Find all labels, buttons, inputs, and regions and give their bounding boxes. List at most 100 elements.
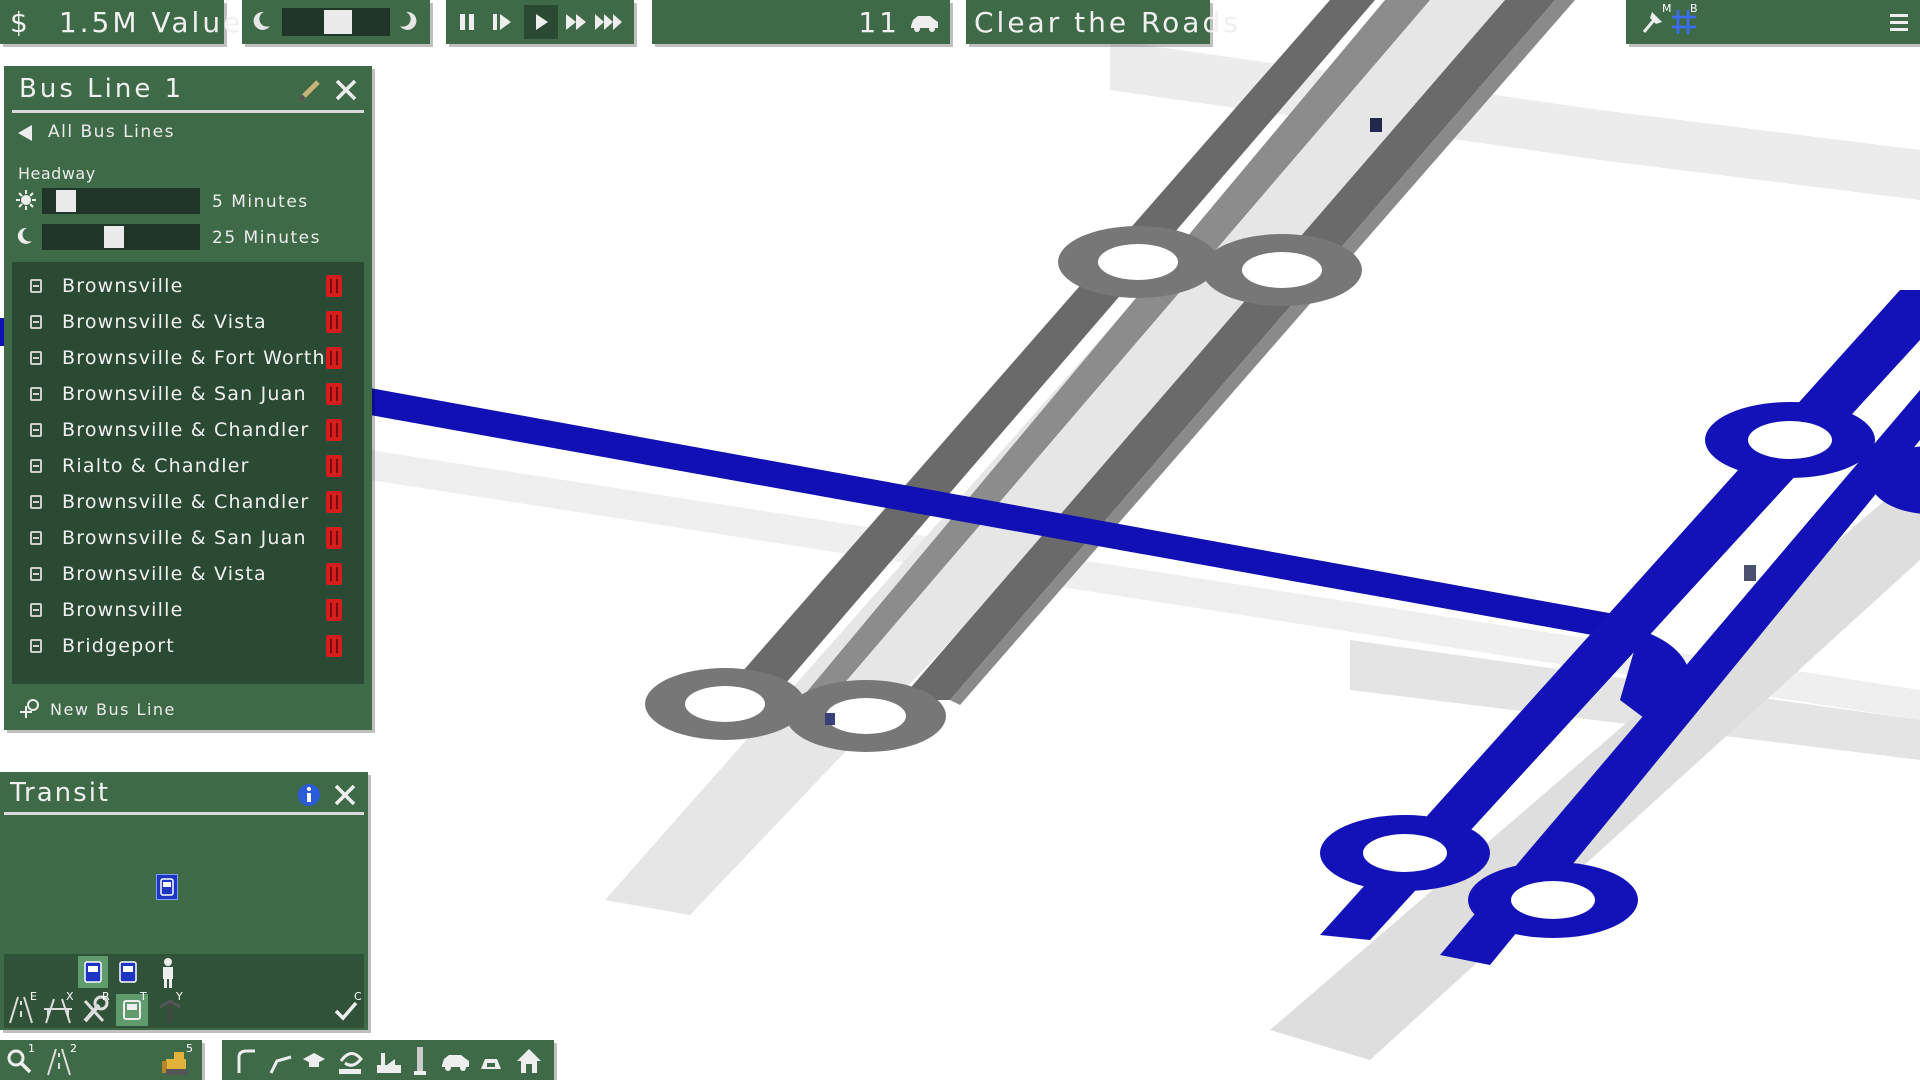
parking-icon[interactable] xyxy=(476,1046,506,1076)
stop-row[interactable]: Rialto & Chandler xyxy=(12,448,364,484)
bus-stop-tool-icon[interactable] xyxy=(78,956,108,988)
night-headway-slider[interactable] xyxy=(42,224,200,250)
stop-row[interactable]: Bridgeport xyxy=(12,628,364,664)
trash-icon[interactable] xyxy=(326,563,342,585)
tower-icon[interactable] xyxy=(408,1044,432,1078)
key-t: T xyxy=(140,990,147,1003)
all-bus-lines-label: All Bus Lines xyxy=(48,122,175,142)
pause-icon[interactable] xyxy=(456,10,480,34)
stop-name: Brownsville & Vista xyxy=(62,563,267,585)
all-bus-lines-link[interactable]: All Bus Lines xyxy=(12,118,362,148)
time-of-day-control[interactable] xyxy=(242,0,430,44)
key-5: 5 xyxy=(186,1042,193,1055)
money-symbol: $ xyxy=(10,5,31,39)
pen-icon[interactable] xyxy=(296,76,324,104)
bus-tool-icon[interactable] xyxy=(116,956,140,988)
trash-icon[interactable] xyxy=(326,635,342,657)
trash-icon[interactable] xyxy=(326,311,342,333)
stop-row[interactable]: Brownsville & Chandler xyxy=(12,412,364,448)
bus-stop-icon xyxy=(30,459,42,473)
trash-icon[interactable] xyxy=(326,383,342,405)
car-icon[interactable] xyxy=(438,1046,472,1076)
stop-row[interactable]: Brownsville & San Juan xyxy=(12,376,364,412)
trash-icon[interactable] xyxy=(326,491,342,513)
day-headway-slider[interactable] xyxy=(42,188,200,214)
moon-icon xyxy=(16,226,34,246)
stop-row[interactable]: Brownsville & Vista xyxy=(12,304,364,340)
stop-name: Brownsville & Fort Worth xyxy=(62,347,326,369)
transit-toolbar: E X R T Y C xyxy=(4,954,364,1028)
value-display[interactable]: $ 1.5M Value xyxy=(0,0,240,44)
person-icon[interactable] xyxy=(156,956,180,990)
stop-row[interactable]: Brownsville xyxy=(12,592,364,628)
transit-ring-hole xyxy=(1748,421,1832,459)
step-play-icon[interactable] xyxy=(490,10,514,34)
stop-name: Brownsville xyxy=(62,275,184,297)
house-icon[interactable] xyxy=(514,1046,544,1076)
new-bus-line-button[interactable]: New Bus Line xyxy=(18,694,318,724)
value-label: 1.5M Value xyxy=(58,5,244,39)
moon-icon xyxy=(252,10,272,32)
stop-row[interactable]: Brownsville & San Juan xyxy=(12,520,364,556)
education-icon[interactable] xyxy=(300,1046,328,1076)
time-slider[interactable] xyxy=(282,8,390,36)
sun-icon xyxy=(16,190,36,210)
night-headway-knob[interactable] xyxy=(104,226,124,248)
bus-stop-icon xyxy=(30,495,42,509)
stop-row[interactable]: Brownsville & Fort Worth xyxy=(12,340,364,376)
bottom-left-tools: 1 2 5 xyxy=(0,1040,202,1080)
trash-icon[interactable] xyxy=(326,275,342,297)
stop-name: Brownsville & Chandler xyxy=(62,491,310,513)
back-arrow-icon xyxy=(16,124,34,142)
bus-icon[interactable] xyxy=(156,874,178,900)
key-c: C xyxy=(354,990,362,1003)
car-icon xyxy=(908,10,940,34)
day-headway-knob[interactable] xyxy=(56,190,76,212)
stop-row[interactable]: Brownsville & Chandler xyxy=(12,484,364,520)
vehicle xyxy=(1744,565,1756,581)
road-ring-hole xyxy=(1098,244,1178,280)
bus-stop-icon xyxy=(30,423,42,437)
bus-stop-icon xyxy=(30,603,42,617)
fastest-forward-icon[interactable] xyxy=(594,10,628,34)
stop-list: Brownsville Brownsville & Vista Brownsvill… xyxy=(12,262,364,684)
road-ring-hole xyxy=(685,686,765,722)
transit-panel: Transit E X R T Y C xyxy=(0,772,368,1030)
road-ring-hole xyxy=(826,698,906,734)
bus-stop-icon xyxy=(30,351,42,365)
trash-icon[interactable] xyxy=(326,455,342,477)
time-slider-knob[interactable] xyxy=(324,10,352,34)
key-y: Y xyxy=(176,990,183,1003)
stop-name: Brownsville & San Juan xyxy=(62,527,307,549)
stop-row[interactable]: Brownsville xyxy=(12,268,364,304)
ramp-tool-icon[interactable] xyxy=(334,1044,368,1078)
hamburger-icon[interactable] xyxy=(1888,10,1910,34)
headway-label: Headway xyxy=(18,164,96,183)
night-headway-value: 25 Minutes xyxy=(212,228,321,248)
trash-icon[interactable] xyxy=(326,599,342,621)
road-curve-icon[interactable] xyxy=(232,1046,260,1076)
close-icon[interactable] xyxy=(332,76,360,104)
title-divider xyxy=(12,110,364,113)
key-x: X xyxy=(66,990,74,1003)
info-icon[interactable] xyxy=(296,782,322,808)
trash-icon[interactable] xyxy=(326,419,342,441)
key-1: 1 xyxy=(28,1042,35,1055)
map-key-b: B xyxy=(1690,2,1698,15)
traffic-counter[interactable]: 11 xyxy=(652,0,950,44)
trash-icon[interactable] xyxy=(326,347,342,369)
industry-icon[interactable] xyxy=(372,1046,404,1076)
road-ramp-icon[interactable] xyxy=(266,1046,294,1076)
stop-row[interactable]: Brownsville & Vista xyxy=(12,556,364,592)
bus-stop-icon xyxy=(30,279,42,293)
bus-line-panel: Bus Line 1 All Bus Lines Headway 5 Minut… xyxy=(4,66,372,730)
trash-icon[interactable] xyxy=(326,527,342,549)
challenge-banner[interactable]: Clear the Roads xyxy=(966,0,1238,44)
vehicle xyxy=(1370,118,1382,132)
transit-title: Transit xyxy=(10,778,111,808)
close-icon[interactable] xyxy=(332,782,358,808)
stop-name: Brownsville & Chandler xyxy=(62,419,310,441)
play-icon[interactable] xyxy=(524,5,558,39)
fast-forward-icon[interactable] xyxy=(564,10,590,34)
key-2: 2 xyxy=(70,1042,77,1055)
